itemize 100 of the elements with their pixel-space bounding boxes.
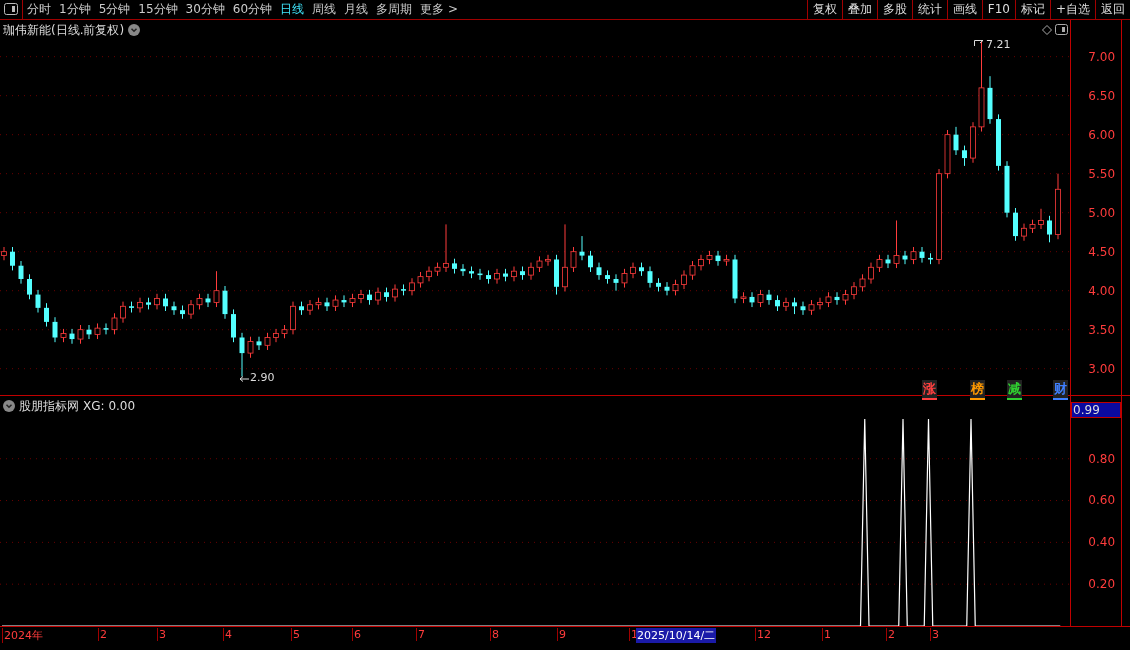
candle [681, 269, 687, 290]
axis-tick-label: 5.50 [1088, 166, 1115, 181]
candle [417, 271, 424, 288]
candle [213, 270, 220, 308]
toolbar-button[interactable]: 叠加 [841, 0, 877, 19]
candle [715, 250, 721, 267]
candle [52, 316, 58, 343]
toolbar-button[interactable]: 返回 [1095, 0, 1130, 19]
period-tab[interactable]: 多周期 [372, 0, 417, 19]
candle [554, 254, 559, 296]
candle [180, 304, 185, 320]
candle [1029, 219, 1036, 234]
candle [740, 291, 747, 304]
candle [723, 254, 730, 267]
candle [69, 328, 75, 345]
candle [944, 129, 951, 179]
candle [800, 301, 806, 316]
candle [605, 269, 610, 285]
candle [137, 297, 143, 313]
candle [146, 297, 151, 310]
candle [664, 281, 670, 296]
candle [392, 283, 398, 303]
date-label: 1 [822, 628, 831, 642]
period-tab[interactable]: 60分钟 [228, 0, 277, 19]
candle [630, 262, 636, 279]
period-tab[interactable]: 1分钟 [55, 0, 95, 19]
candle [987, 75, 993, 125]
current-value-label: 0.99 [1071, 401, 1121, 418]
candle [570, 246, 577, 273]
candle [876, 254, 883, 273]
event-marker[interactable]: 涨 [922, 379, 937, 400]
candle [452, 258, 457, 274]
date-label: 9 [557, 628, 566, 642]
period-tab[interactable]: 更多 > [416, 0, 462, 19]
candle [154, 293, 160, 310]
period-tab[interactable]: 日线 [276, 0, 309, 19]
candle [10, 246, 15, 271]
candle [536, 255, 543, 273]
candle [205, 293, 211, 308]
candle [494, 268, 500, 285]
period-tab[interactable]: 分时 [23, 0, 55, 19]
candle [689, 260, 696, 281]
candle [962, 145, 967, 167]
candle [851, 281, 857, 300]
toolbar-button[interactable]: 标记 [1014, 0, 1050, 19]
toolbar-button[interactable]: 复权 [806, 0, 842, 19]
toolbar-button[interactable]: 统计 [911, 0, 947, 19]
date-label: 12 [755, 628, 771, 642]
candle [349, 293, 356, 308]
candle [460, 263, 466, 277]
candle [520, 265, 525, 281]
candle [775, 294, 780, 312]
period-tab[interactable]: 15分钟 [134, 0, 182, 19]
toolbar-button[interactable]: 画线 [946, 0, 982, 19]
candle [1055, 173, 1061, 240]
event-marker[interactable]: 榜 [970, 379, 985, 400]
candle [94, 322, 101, 340]
period-tab[interactable]: 周线 [308, 0, 341, 19]
candle [732, 254, 738, 304]
panel-icon[interactable] [1055, 23, 1069, 35]
indicator-reading: XG: 0.00 [83, 399, 136, 414]
candle [469, 265, 474, 279]
dropdown-icon[interactable] [128, 24, 141, 37]
panel-icon[interactable] [4, 3, 18, 16]
candle [970, 121, 976, 164]
period-tab[interactable]: 5分钟 [94, 0, 135, 19]
high-price-label: 7.21 [986, 37, 1011, 51]
candle [264, 332, 271, 351]
date-label: 6 [352, 628, 361, 642]
candle [60, 328, 67, 343]
candle [281, 324, 288, 339]
candle [825, 291, 832, 308]
axis-tick-label: 7.00 [1088, 49, 1115, 64]
candle [247, 336, 254, 359]
candle [1047, 215, 1052, 243]
candle [332, 294, 339, 312]
cursor-date-label: 2025/10/14/二 [636, 628, 717, 644]
candle [409, 277, 415, 296]
axis-tick-label: 0.40 [1088, 535, 1115, 550]
candle [77, 324, 84, 345]
event-marker[interactable]: 减 [1007, 379, 1022, 400]
period-tab[interactable]: 30分钟 [181, 0, 229, 19]
period-tab[interactable]: 月线 [340, 0, 373, 19]
toolbar-button[interactable]: +自选 [1049, 0, 1095, 19]
candle [621, 268, 628, 288]
event-marker[interactable]: 财 [1053, 379, 1068, 400]
candle [656, 277, 661, 292]
date-label: 3 [157, 628, 166, 642]
candle [171, 301, 177, 316]
candle [315, 297, 322, 310]
candle [647, 265, 653, 288]
candle [188, 299, 194, 320]
candle [341, 294, 347, 308]
candle [273, 328, 279, 343]
axis-tick-label: 0.80 [1088, 451, 1115, 466]
candle [222, 285, 228, 320]
toolbar-button[interactable]: F10 [981, 0, 1015, 19]
diamond-icon[interactable] [1042, 24, 1053, 35]
dropdown-icon[interactable] [3, 400, 15, 413]
toolbar-button[interactable]: 多股 [876, 0, 912, 19]
